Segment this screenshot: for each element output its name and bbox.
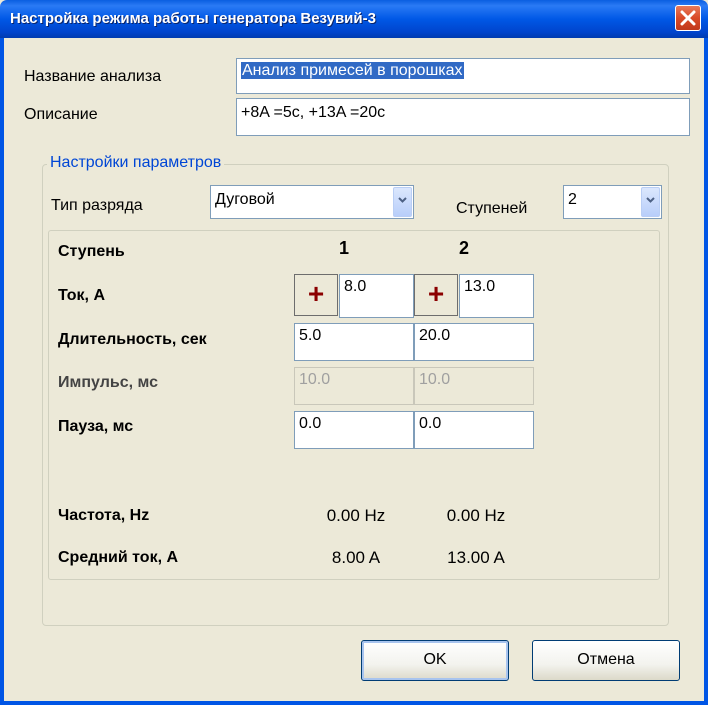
impulse-field-2: 10.0 (414, 367, 534, 405)
current-field-2[interactable]: 13.0 (459, 274, 534, 318)
description-field[interactable]: +8A =5c, +13A =20c (236, 98, 690, 136)
params-group-title: Настройки параметров (47, 154, 225, 172)
duration-field-2[interactable]: 20.0 (414, 323, 534, 361)
steps-select[interactable]: 2 (563, 185, 662, 219)
chevron-down-icon (646, 197, 655, 203)
impulse-label: Импульс, мс (58, 374, 158, 391)
discharge-type-value: Дуговой (215, 191, 275, 208)
pause-field-1[interactable]: 0.0 (294, 411, 414, 449)
window-title: Настройка режима работы генератора Везув… (10, 10, 376, 27)
step-1-header: 1 (339, 238, 350, 258)
frequency-label: Частота, Hz (58, 507, 150, 524)
current-sign-button-1[interactable]: + (294, 274, 338, 316)
pause-field-2[interactable]: 0.0 (414, 411, 534, 449)
analysis-name-label: Название анализа (24, 68, 162, 85)
steps-label: Ступеней (456, 200, 528, 217)
duration-field-1[interactable]: 5.0 (294, 323, 414, 361)
close-icon (680, 10, 696, 26)
step-2-header: 2 (459, 238, 470, 258)
analysis-name-field[interactable]: Анализ примесей в порошках (236, 58, 690, 94)
duration-label: Длительность, сек (58, 331, 207, 348)
pause-label: Пауза, мс (58, 418, 134, 435)
chevron-down-icon (398, 197, 407, 203)
cancel-button[interactable]: Отмена (532, 640, 680, 681)
avg-current-value-2: 13.00 A (447, 548, 505, 567)
avg-current-value-1: 8.00 A (331, 548, 381, 567)
frequency-value-1: 0.00 Hz (326, 506, 386, 525)
analysis-name-value: Анализ примесей в порошках (241, 62, 464, 79)
step-header-label: Ступень (58, 243, 125, 260)
frequency-value-2: 0.00 Hz (446, 506, 506, 525)
discharge-type-select[interactable]: Дуговой (210, 185, 414, 219)
current-label: Ток, А (58, 287, 105, 304)
dropdown-button[interactable] (641, 187, 660, 217)
current-field-1[interactable]: 8.0 (339, 274, 414, 318)
discharge-type-label: Тип разряда (51, 197, 143, 214)
impulse-field-1: 10.0 (294, 367, 414, 405)
steps-value: 2 (568, 191, 577, 208)
current-sign-button-2[interactable]: + (414, 274, 458, 316)
ok-button[interactable]: OK (361, 640, 509, 681)
avg-current-label: Средний ток, А (58, 549, 179, 566)
description-label: Описание (24, 106, 98, 123)
close-button[interactable] (675, 5, 701, 31)
dropdown-button[interactable] (393, 187, 412, 217)
